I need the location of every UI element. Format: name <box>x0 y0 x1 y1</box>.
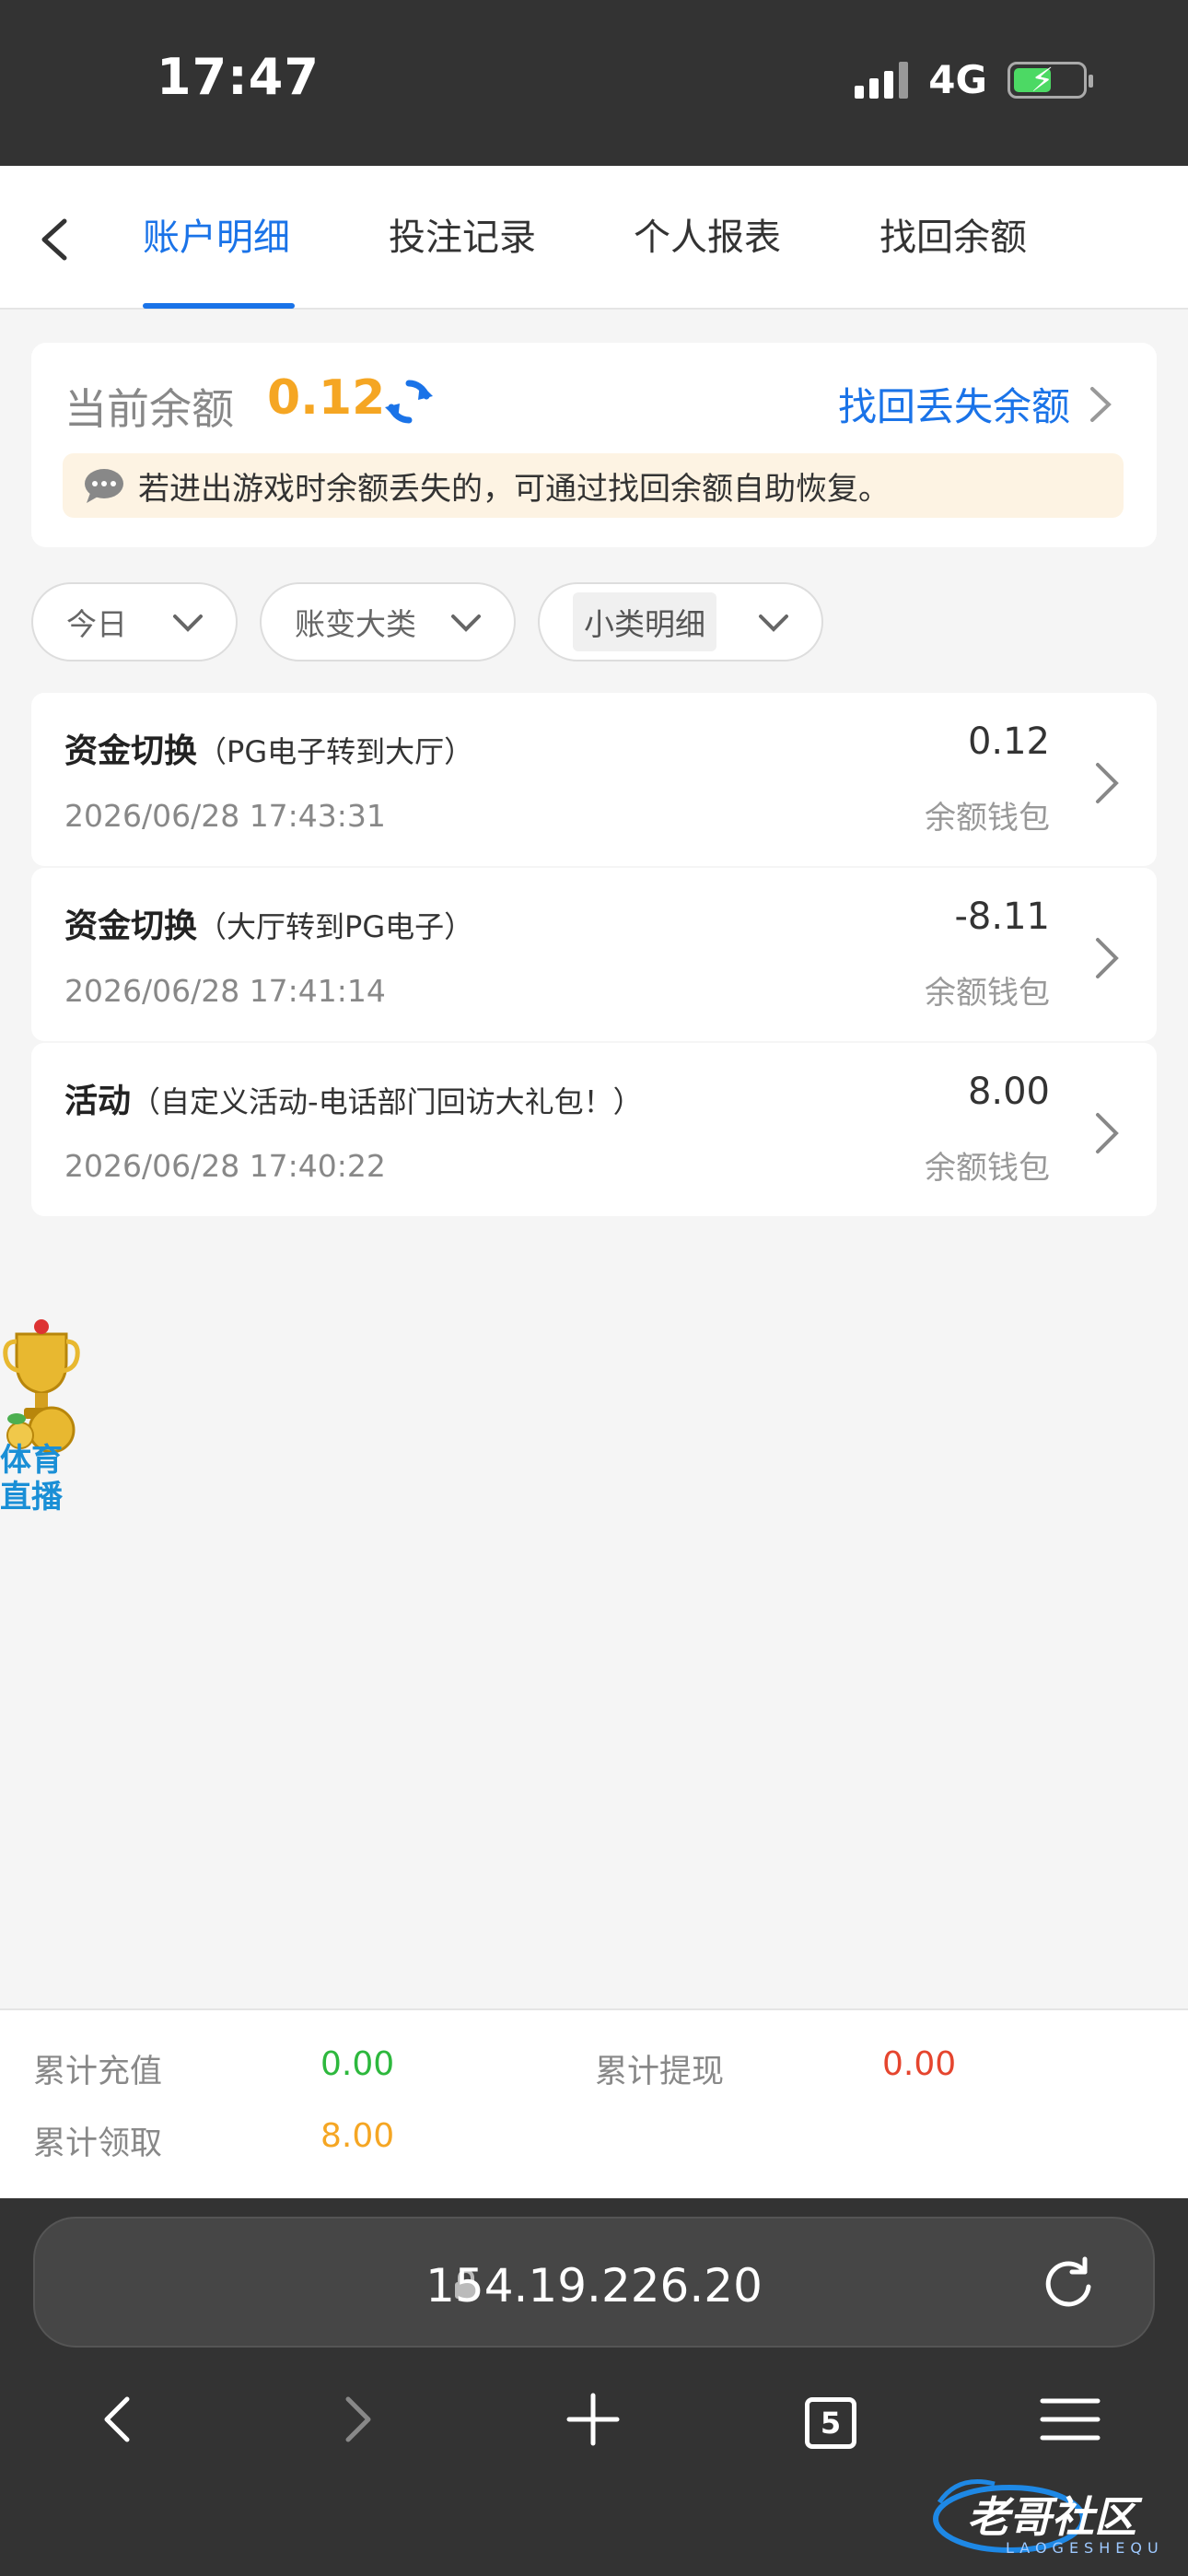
browser-back-icon[interactable] <box>81 2383 155 2456</box>
reload-icon[interactable] <box>1039 2254 1098 2313</box>
filter-date[interactable]: 今日 <box>31 582 238 662</box>
record-amount: 8.00 <box>967 1071 1050 1113</box>
record-amount: -8.11 <box>954 896 1051 938</box>
record-time: 2026/06/28 17:41:14 <box>64 973 386 1009</box>
balance-label: 当前余额 <box>64 384 234 434</box>
chevron-right-icon <box>1096 763 1119 803</box>
browser-toolbar: 154.19.226.20 5 老哥社区 LAOGESHEQU <box>0 2198 1188 2576</box>
top-nav: 账户明细 投注记录 个人报表 找回余额 <box>0 166 1188 310</box>
balance-value: 0.12 <box>267 370 386 426</box>
back-arrow-icon <box>41 218 67 261</box>
withdraw-value: 0.00 <box>882 2045 957 2083</box>
record-title: 资金切换（PG电子转到大厅） <box>64 724 473 772</box>
watermark-text: 老哥社区 <box>967 2492 1136 2542</box>
record-time: 2026/06/28 17:40:22 <box>64 1148 386 1184</box>
record-detail: （PG电子转到大厅） <box>197 734 474 769</box>
notice-banner: 若进出游戏时余额丢失的，可通过找回余额自助恢复。 <box>63 453 1124 518</box>
record-type: 活动 <box>64 1083 132 1120</box>
record-detail: （自定义活动-电话部门回访大礼包！） <box>131 1084 643 1119</box>
record-row[interactable]: 活动（自定义活动-电话部门回访大礼包！） 2026/06/28 17:40:22… <box>31 1043 1157 1216</box>
back-button[interactable] <box>28 207 83 272</box>
record-detail: （大厅转到PG电子） <box>197 909 474 944</box>
chevron-right-icon <box>1096 938 1119 978</box>
recharge-value: 0.00 <box>320 2045 395 2083</box>
network-label: 4G <box>928 57 987 102</box>
tab-bet-records[interactable]: 投注记录 <box>389 210 536 265</box>
chevron-right-icon <box>1090 386 1112 422</box>
active-tab-indicator <box>143 303 295 309</box>
balance-card: 当前余额 0.12 找回丢失余额 若进出游戏时余额丢失的，可通过找回余额自助恢复… <box>31 343 1157 547</box>
url-text: 154.19.226.20 <box>425 2259 763 2313</box>
record-wallet: 余额钱包 <box>925 800 1050 837</box>
claim-label: 累计领取 <box>33 2125 163 2162</box>
sports-live-label[interactable]: 体育 直播 <box>0 1442 83 1516</box>
browser-forward-icon[interactable] <box>320 2383 394 2456</box>
withdraw-label: 累计提现 <box>595 2054 725 2090</box>
record-type: 资金切换 <box>64 732 198 770</box>
recover-link-label: 找回丢失余额 <box>837 384 1070 429</box>
record-type: 资金切换 <box>64 907 198 945</box>
tabs-count-button[interactable]: 5 <box>805 2397 856 2449</box>
status-icons: 4G ⚡ <box>855 57 1093 102</box>
tab-account-detail[interactable]: 账户明细 <box>143 210 290 265</box>
filter-category-label: 账变大类 <box>295 606 416 642</box>
notice-text: 若进出游戏时余额丢失的，可通过找回余额自助恢复。 <box>138 470 890 508</box>
battery-icon: ⚡ <box>1007 61 1093 99</box>
status-time: 17:47 <box>157 48 320 106</box>
refresh-icon[interactable] <box>383 376 435 427</box>
sports-live-line2: 直播 <box>0 1479 63 1516</box>
record-title: 资金切换（大厅转到PG电子） <box>64 899 473 947</box>
chevron-right-icon <box>1096 1113 1119 1153</box>
record-row[interactable]: 资金切换（大厅转到PG电子） 2026/06/28 17:41:14 -8.11… <box>31 868 1157 1041</box>
tab-personal-report[interactable]: 个人报表 <box>634 210 781 265</box>
new-tab-plus-icon[interactable] <box>556 2383 630 2456</box>
chevron-down-icon <box>759 615 788 632</box>
filter-category[interactable]: 账变大类 <box>260 582 516 662</box>
filter-subcategory[interactable]: 小类明细 <box>538 582 823 662</box>
record-time: 2026/06/28 17:43:31 <box>64 798 386 834</box>
watermark-subtext: LAOGESHEQU <box>1006 2539 1164 2557</box>
chat-bubble-icon <box>85 469 123 503</box>
record-amount: 0.12 <box>967 720 1050 763</box>
record-title: 活动（自定义活动-电话部门回访大礼包！） <box>64 1074 643 1122</box>
record-wallet: 余额钱包 <box>925 1150 1050 1187</box>
summary-panel: 累计充值 0.00 累计提现 0.00 累计领取 8.00 <box>0 2008 1188 2198</box>
claim-value: 8.00 <box>320 2117 395 2155</box>
recover-lost-balance-link[interactable]: 找回丢失余额 <box>838 376 1114 432</box>
filter-date-label: 今日 <box>66 606 127 642</box>
signal-icon <box>855 61 909 99</box>
filter-subcategory-label: 小类明细 <box>573 592 716 651</box>
recharge-label: 累计充值 <box>33 2054 163 2090</box>
sports-live-line1: 体育 <box>0 1442 63 1479</box>
chevron-down-icon <box>451 615 481 632</box>
tab-recover-balance[interactable]: 找回余额 <box>879 210 1027 265</box>
status-bar: 17:47 4G ⚡ <box>0 0 1188 166</box>
chevron-down-icon <box>173 615 203 632</box>
record-row[interactable]: 资金切换（PG电子转到大厅） 2026/06/28 17:43:31 0.12 … <box>31 693 1157 866</box>
menu-icon[interactable] <box>1033 2383 1107 2456</box>
address-bar[interactable]: 154.19.226.20 <box>33 2217 1155 2348</box>
record-wallet: 余额钱包 <box>925 975 1050 1012</box>
